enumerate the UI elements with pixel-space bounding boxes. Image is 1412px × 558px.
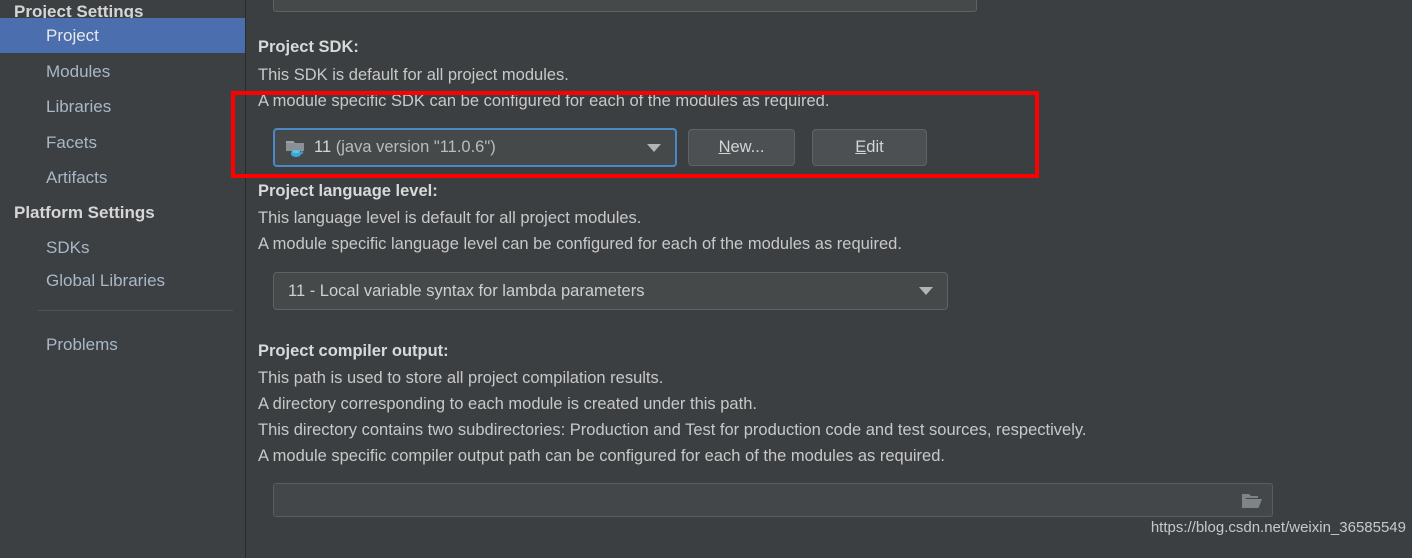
new-button-mnemonic: N — [718, 138, 731, 156]
open-folder-icon[interactable] — [1240, 491, 1264, 511]
new-button-label: ew... — [730, 138, 765, 156]
language-level-heading: Project language level: — [258, 182, 438, 200]
project-sdk-heading: Project SDK: — [258, 38, 359, 56]
java-sdk-folder-icon — [285, 138, 307, 158]
project-sdk-description-1: This SDK is default for all project modu… — [258, 66, 569, 84]
project-name-field[interactable] — [273, 0, 977, 12]
settings-dialog: Project Settings Project Modules Librari… — [0, 0, 1412, 558]
edit-sdk-button[interactable]: Edit — [812, 129, 927, 166]
sidebar-separator — [38, 310, 233, 311]
sidebar-item-label: Global Libraries — [46, 271, 166, 290]
edit-button-mnemonic: E — [855, 138, 867, 156]
sidebar-item-project[interactable]: Project — [0, 18, 245, 53]
new-sdk-button[interactable]: New... — [688, 129, 795, 166]
sidebar-group-platform-settings: Platform Settings — [14, 203, 155, 222]
chevron-down-icon — [647, 143, 661, 152]
settings-content-panel: Project SDK: This SDK is default for all… — [246, 0, 1412, 558]
sidebar-item-label: Problems — [46, 335, 118, 354]
sidebar-item-global-libraries[interactable]: Global Libraries — [0, 263, 245, 298]
settings-sidebar: Project Settings Project Modules Librari… — [0, 0, 245, 558]
compiler-output-description-1: This path is used to store all project c… — [258, 369, 664, 387]
sidebar-item-label: Project — [46, 26, 99, 45]
project-sdk-value: 11 (java version "11.0.6") — [314, 138, 496, 157]
language-level-description-2: A module specific language level can be … — [258, 235, 902, 253]
language-level-value: 11 - Local variable syntax for lambda pa… — [288, 281, 645, 300]
chevron-down-icon — [919, 287, 933, 295]
sidebar-item-problems[interactable]: Problems — [0, 327, 245, 362]
sidebar-item-facets[interactable]: Facets — [0, 125, 245, 160]
compiler-output-heading: Project compiler output: — [258, 342, 449, 360]
compiler-output-description-3: This directory contains two subdirectori… — [258, 421, 1087, 439]
project-sdk-description-2: A module specific SDK can be configured … — [258, 92, 830, 110]
compiler-output-description-4: A module specific compiler output path c… — [258, 447, 945, 465]
compiler-output-description-2: A directory corresponding to each module… — [258, 395, 757, 413]
language-level-description-1: This language level is default for all p… — [258, 209, 642, 227]
watermark-url: https://blog.csdn.net/weixin_36585549 — [1150, 519, 1406, 536]
sidebar-item-label: SDKs — [46, 238, 90, 257]
project-sdk-dropdown[interactable]: 11 (java version "11.0.6") — [273, 128, 677, 167]
sidebar-item-libraries[interactable]: Libraries — [0, 89, 245, 124]
sidebar-item-sdks[interactable]: SDKs — [0, 230, 245, 265]
sidebar-item-label: Modules — [46, 62, 111, 81]
sidebar-item-artifacts[interactable]: Artifacts — [0, 160, 245, 195]
sidebar-item-label: Libraries — [46, 97, 112, 116]
sidebar-item-modules[interactable]: Modules — [0, 54, 245, 89]
edit-button-label: dit — [866, 138, 884, 156]
language-level-dropdown[interactable]: 11 - Local variable syntax for lambda pa… — [273, 272, 948, 310]
project-sdk-version: 11 — [314, 138, 332, 156]
project-sdk-detail: (java version "11.0.6") — [335, 138, 496, 156]
sidebar-item-label: Facets — [46, 133, 98, 152]
sidebar-item-label: Artifacts — [46, 168, 108, 187]
compiler-output-path-input[interactable] — [273, 483, 1273, 517]
